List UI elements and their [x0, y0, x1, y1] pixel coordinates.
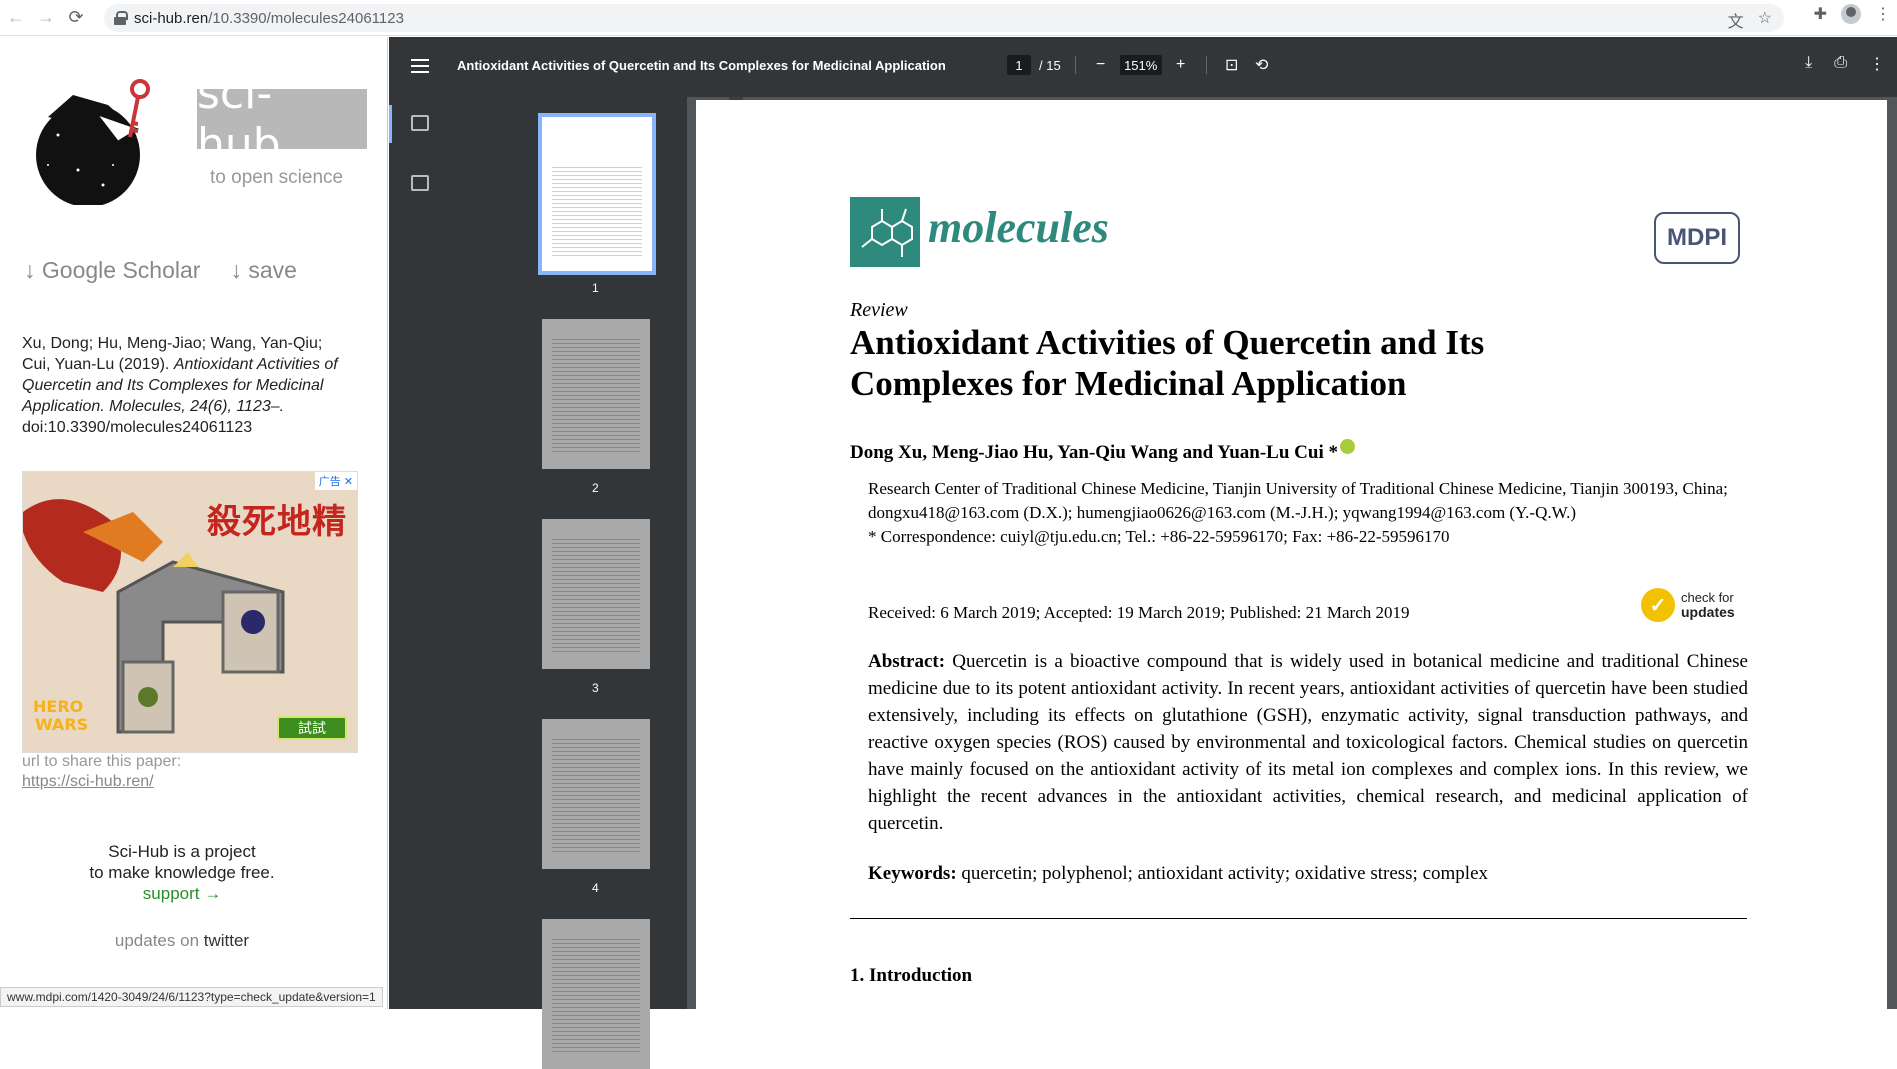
browser-menu-icon[interactable]: ⋮ [1875, 4, 1891, 24]
section-heading: 1. Introduction [850, 965, 973, 986]
paper-authors: Dong Xu, Meng-Jiao Hu, Yan-Qiu Wang and … [850, 439, 1355, 464]
thumbnail-label: 3 [592, 681, 599, 695]
authors-text: Dong Xu, Meng-Jiao Hu, Yan-Qiu Wang and … [850, 442, 1338, 463]
thumbnails-view-icon[interactable] [411, 115, 429, 131]
pdf-title: Antioxidant Activities of Quercetin and … [457, 58, 946, 73]
url-path: /10.3390/molecules24061123 [208, 9, 404, 27]
brand-logo[interactable]: sci-hub [197, 68, 367, 170]
mission-line-1: Sci-Hub is a project [108, 842, 256, 861]
correspondence: * Correspondence: cuiyl@tju.edu.cn; Tel.… [868, 527, 1450, 546]
mission-line-2: to make knowledge free. [89, 863, 275, 882]
pdf-viewer: 1 2 3 4 molecules MDPI Review Antioxidan… [389, 97, 1897, 1069]
print-icon[interactable]: ⎙ [1834, 54, 1847, 74]
status-bar-url: www.mdpi.com/1420-3049/24/6/1123?type=ch… [0, 987, 383, 1007]
ad-play-button[interactable]: 試試 [277, 716, 347, 740]
back-arrow-icon[interactable]: ← [2, 4, 30, 32]
keywords-label: Keywords: [868, 863, 957, 884]
publisher-logo: MDPI [1654, 212, 1740, 264]
check-mark-icon: ✓ [1641, 588, 1675, 622]
thumbnail-label: 2 [592, 481, 599, 495]
outline-view-icon[interactable] [411, 175, 429, 191]
keywords: Keywords: quercetin; polyphenol; antioxi… [868, 863, 1488, 885]
tagline: to open science [210, 167, 344, 188]
paper-title: Antioxidant Activities of Quercetin and … [850, 323, 1485, 403]
scihub-raven-logo-icon[interactable] [18, 75, 168, 205]
page-thumbnail[interactable] [542, 319, 650, 469]
keywords-text: quercetin; polyphenol; antioxidant activ… [956, 863, 1489, 884]
url-host: sci-hub.ren [134, 9, 209, 27]
svg-text:HERO: HERO [33, 697, 83, 716]
molecules-journal-logo-icon [850, 197, 920, 267]
svg-text:WARS: WARS [35, 715, 88, 734]
affiliation-block: Research Center of Traditional Chinese M… [868, 477, 1728, 549]
support-link[interactable]: support → [0, 883, 364, 904]
journal-name: molecules [928, 203, 1109, 252]
share-label: url to share this paper: [22, 753, 182, 770]
zoom-level-input[interactable]: 151% [1119, 55, 1162, 75]
sidebar-rail [389, 97, 447, 1009]
profile-avatar-icon[interactable] [1841, 4, 1861, 24]
lock-icon [114, 11, 128, 25]
zoom-out-icon[interactable]: − [1090, 56, 1112, 74]
page-thumbnail[interactable] [542, 519, 650, 669]
check-label-1: check for [1681, 590, 1734, 605]
page-thumbnail[interactable] [542, 719, 650, 869]
thumbnail-label: 1 [592, 281, 599, 295]
page-number-input[interactable]: 1 [1007, 55, 1031, 75]
mission-statement: Sci-Hub is a project to make knowledge f… [0, 841, 364, 904]
orcid-icon[interactable] [1340, 439, 1355, 454]
abstract: Abstract: Quercetin is a bioactive compo… [868, 648, 1748, 837]
rail-active-indicator [389, 105, 392, 143]
rotate-icon[interactable]: ⟲ [1251, 55, 1273, 75]
updates-prefix: updates on [114, 931, 204, 950]
article-type: Review [850, 299, 908, 321]
reload-icon[interactable]: ⟳ [62, 4, 90, 32]
ad-close-badge[interactable]: 广告 ✕ [314, 472, 357, 490]
pdf-page: molecules MDPI Review Antioxidant Activi… [696, 100, 1887, 1009]
share-url-link[interactable]: https://sci-hub.ren/ [22, 773, 154, 791]
page-total: / 15 [1039, 57, 1061, 73]
updates-line: updates on twitter [0, 931, 364, 951]
abstract-text: Quercetin is a bioactive compound that i… [868, 651, 1748, 834]
extensions-icon[interactable]: ✚ [1814, 4, 1827, 24]
bookmark-star-icon[interactable]: ☆ [1758, 8, 1772, 32]
translate-icon[interactable]: ⽂ [1728, 8, 1744, 32]
pdf-toolbar: Antioxidant Activities of Quercetin and … [389, 37, 1897, 97]
publication-dates: Received: 6 March 2019; Accepted: 19 Mar… [868, 603, 1410, 622]
scihub-sidebar: sci-hub to open science ↓ Google Scholar… [0, 37, 388, 1009]
toolbar-divider [1074, 56, 1076, 74]
save-link[interactable]: ↓ save [230, 257, 296, 284]
check-label-2: updates [1681, 604, 1735, 620]
address-bar[interactable]: sci-hub.ren /10.3390/molecules24061123 ⽂… [104, 4, 1784, 32]
page-thumbnail[interactable] [542, 919, 650, 1069]
forward-arrow-icon[interactable]: → [32, 4, 60, 32]
ad-headline: 殺死地精 [207, 502, 347, 542]
citation: Xu, Dong; Hu, Meng-Jiao; Wang, Yan-Qiu; … [22, 333, 352, 438]
affiliation: Research Center of Traditional Chinese M… [868, 479, 1728, 522]
browser-toolbar: ← → ⟳ sci-hub.ren /10.3390/molecules2406… [0, 0, 1897, 36]
menu-hamburger-icon[interactable] [411, 59, 429, 73]
page-thumbnail[interactable] [538, 113, 656, 275]
check-for-updates-badge[interactable]: ✓ check for updates [1641, 588, 1735, 622]
thumbnail-label: 4 [592, 881, 599, 895]
abstract-label: Abstract: [868, 651, 946, 672]
citation-doi: doi:10.3390/molecules24061123 [22, 419, 253, 436]
section-divider [850, 918, 1747, 919]
toolbar-divider [1205, 56, 1207, 74]
thumbnail-panel: 1 2 3 4 [447, 97, 743, 1069]
download-icon[interactable]: ⤓ [1805, 54, 1812, 74]
google-scholar-link[interactable]: ↓ Google Scholar [24, 257, 200, 284]
fit-to-page-icon[interactable]: ⊡ [1221, 55, 1243, 75]
twitter-link[interactable]: twitter [204, 931, 249, 950]
advertisement-banner[interactable]: HERO WARS 殺死地精 广告 ✕ 試試 [22, 471, 358, 753]
more-options-icon[interactable]: ⋮ [1869, 54, 1885, 74]
zoom-in-icon[interactable]: + [1170, 56, 1192, 74]
